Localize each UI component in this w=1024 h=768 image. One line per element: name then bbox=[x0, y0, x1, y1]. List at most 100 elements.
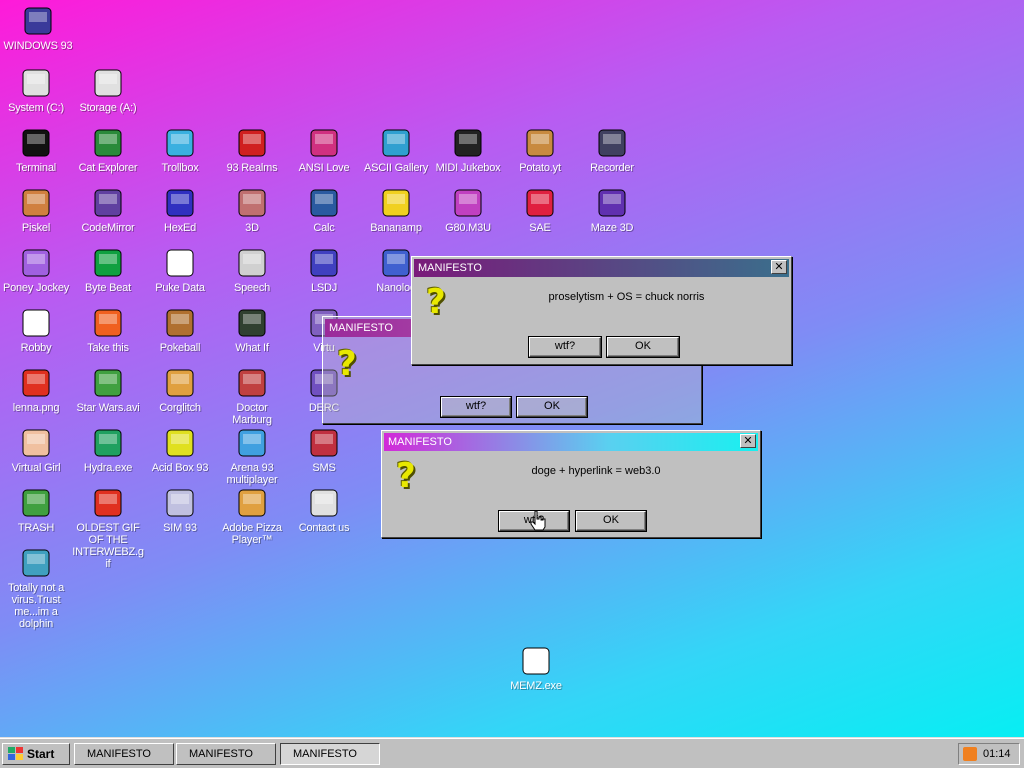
desktop-icon-label: Star Wars.avi bbox=[76, 402, 140, 414]
question-icon: ? bbox=[396, 456, 416, 496]
desktop-icon-label: HexEd bbox=[163, 222, 197, 234]
desktop-icon[interactable]: Bananamp bbox=[360, 186, 432, 234]
desktop-icon[interactable]: SIM 93 bbox=[144, 486, 216, 534]
desktop-icon[interactable]: Pokeball bbox=[144, 306, 216, 354]
desktop-icon[interactable]: Speech bbox=[216, 246, 288, 294]
desktop-icon[interactable]: Doctor Marburg bbox=[216, 366, 288, 426]
desktop-icon-label: ASCII Gallery bbox=[363, 162, 429, 174]
dolphin-icon bbox=[19, 546, 53, 580]
taskbar: Start MANIFESTO MANIFESTO MANIFESTO 01:1… bbox=[0, 738, 1024, 768]
desktop-icon[interactable]: Star Wars.avi bbox=[72, 366, 144, 414]
desktop-icon-label: G80.M3U bbox=[445, 222, 491, 234]
desktop-icon-label: 3D bbox=[245, 222, 259, 234]
desktop-icon-label: What If bbox=[235, 342, 269, 354]
cube-icon bbox=[163, 186, 197, 220]
cookie-icon bbox=[163, 306, 197, 340]
desktop-icon[interactable]: Terminal bbox=[0, 126, 72, 174]
desktop-icon[interactable]: Adobe Pizza Player™ bbox=[216, 486, 288, 546]
ok-button[interactable]: OK bbox=[607, 337, 679, 357]
codemirror-icon bbox=[91, 186, 125, 220]
desktop-icon[interactable]: LSDJ bbox=[288, 246, 360, 294]
realms-icon bbox=[235, 126, 269, 160]
whatif-icon bbox=[235, 306, 269, 340]
desktop-icon-label: Corglitch bbox=[159, 402, 201, 414]
corgi-icon bbox=[163, 366, 197, 400]
task-button[interactable]: MANIFESTO bbox=[280, 743, 380, 765]
desktop-icon[interactable]: Poney Jockey bbox=[0, 246, 72, 294]
desktop-icon[interactable]: Virtual Girl bbox=[0, 426, 72, 474]
manifesto-dialog[interactable]: MANIFESTO ✕ ? proselytism + OS = chuck n… bbox=[411, 256, 792, 365]
pd-icon bbox=[163, 246, 197, 280]
dialog-titlebar[interactable]: MANIFESTO ✕ bbox=[414, 259, 789, 277]
ascii-gallery-icon bbox=[379, 126, 413, 160]
desktop-icon-label: Potato.yt bbox=[519, 162, 561, 174]
desktop-icon[interactable]: SAE bbox=[504, 186, 576, 234]
desktop-icon[interactable]: Robby bbox=[0, 306, 72, 354]
dialog-title: MANIFESTO bbox=[418, 262, 482, 274]
desktop-icon[interactable]: HexEd bbox=[144, 186, 216, 234]
close-icon[interactable]: ✕ bbox=[740, 434, 756, 448]
desktop-icon[interactable]: SMS bbox=[288, 426, 360, 474]
desktop-icon[interactable]: WINDOWS 93 bbox=[2, 4, 74, 52]
desktop-icon[interactable]: Cat Explorer bbox=[72, 126, 144, 174]
close-icon[interactable]: ✕ bbox=[771, 260, 787, 274]
desktop-icon-label: MIDI Jukebox bbox=[435, 162, 501, 174]
task-button[interactable]: MANIFESTO bbox=[176, 743, 276, 765]
desktop-icon[interactable]: Hydra.exe bbox=[72, 426, 144, 474]
desktop-icon[interactable]: Byte Beat bbox=[72, 246, 144, 294]
desktop-icon[interactable]: Maze 3D bbox=[576, 186, 648, 234]
ok-button[interactable]: OK bbox=[576, 511, 646, 531]
shortcut-file-icon bbox=[519, 644, 553, 678]
desktop-icon[interactable]: 3D bbox=[216, 186, 288, 234]
desktop-icon[interactable]: CodeMirror bbox=[72, 186, 144, 234]
desktop-icon[interactable]: Recorder bbox=[576, 126, 648, 174]
desktop-icon[interactable]: What If bbox=[216, 306, 288, 354]
desktop-icon[interactable]: MIDI Jukebox bbox=[432, 126, 504, 174]
desktop-icon[interactable]: Calc bbox=[288, 186, 360, 234]
desktop-icon-label: SMS bbox=[312, 462, 336, 474]
desktop-icon[interactable]: Potato.yt bbox=[504, 126, 576, 174]
rss-icon[interactable] bbox=[963, 747, 977, 761]
dialog-title: MANIFESTO bbox=[388, 436, 452, 448]
wtf-button[interactable]: wtf? bbox=[529, 337, 601, 357]
desktop-icon[interactable]: System (C:) bbox=[0, 66, 72, 114]
desktop-icon[interactable]: Acid Box 93 bbox=[144, 426, 216, 474]
desktop-icon[interactable]: Storage (A:) bbox=[72, 66, 144, 114]
desktop-icon[interactable]: ANSI Love bbox=[288, 126, 360, 174]
floppy-drive-icon bbox=[91, 66, 125, 100]
desktop-icon[interactable]: 93 Realms bbox=[216, 126, 288, 174]
hydra-icon bbox=[91, 426, 125, 460]
start-button[interactable]: Start bbox=[2, 743, 70, 765]
desktop-icon-label: Acid Box 93 bbox=[151, 462, 209, 474]
desktop-icon[interactable]: lenna.png bbox=[0, 366, 72, 414]
desktop-icon[interactable]: Piskel bbox=[0, 186, 72, 234]
girl-icon bbox=[19, 426, 53, 460]
desktop-icon[interactable]: Take this bbox=[72, 306, 144, 354]
desktop-icon[interactable]: Trollbox bbox=[144, 126, 216, 174]
desktop-icon-label: Storage (A:) bbox=[79, 102, 137, 114]
manifesto-dialog[interactable]: MANIFESTO ✕ ? doge + hyperlink = web3.0 … bbox=[381, 430, 761, 538]
desktop-icon[interactable]: G80.M3U bbox=[432, 186, 504, 234]
desktop-icon[interactable]: TRASH bbox=[0, 486, 72, 534]
windows-logo-icon bbox=[8, 747, 23, 760]
desktop-icon[interactable]: MEMZ.exe bbox=[500, 644, 572, 692]
desktop-icon[interactable]: Contact us bbox=[288, 486, 360, 534]
desktop-icon[interactable]: Corglitch bbox=[144, 366, 216, 414]
baby-icon bbox=[91, 306, 125, 340]
desktop-icon-label: Totally not a virus.Trust me...im a dolp… bbox=[7, 582, 65, 630]
desktop-icon[interactable]: ASCII Gallery bbox=[360, 126, 432, 174]
desktop-icon-label: Doctor Marburg bbox=[232, 402, 272, 426]
wtf-button[interactable]: wtf? bbox=[441, 397, 511, 417]
desktop-icon[interactable]: OLDEST GIF OF THE INTERWEBZ.gif bbox=[72, 486, 144, 570]
dialog-titlebar[interactable]: MANIFESTO ✕ bbox=[384, 433, 758, 451]
desktop-icon-label: OLDEST GIF OF THE INTERWEBZ.gif bbox=[72, 522, 144, 570]
smiley-icon bbox=[163, 426, 197, 460]
desktop-icon-label: LSDJ bbox=[310, 282, 338, 294]
desktop-icon[interactable]: Totally not a virus.Trust me...im a dolp… bbox=[0, 546, 72, 630]
computer-icon bbox=[21, 4, 55, 38]
arena-cube-icon bbox=[235, 426, 269, 460]
desktop-icon[interactable]: Puke Data bbox=[144, 246, 216, 294]
ok-button[interactable]: OK bbox=[517, 397, 587, 417]
desktop-icon[interactable]: Arena 93 multiplayer bbox=[216, 426, 288, 486]
task-button[interactable]: MANIFESTO bbox=[74, 743, 174, 765]
